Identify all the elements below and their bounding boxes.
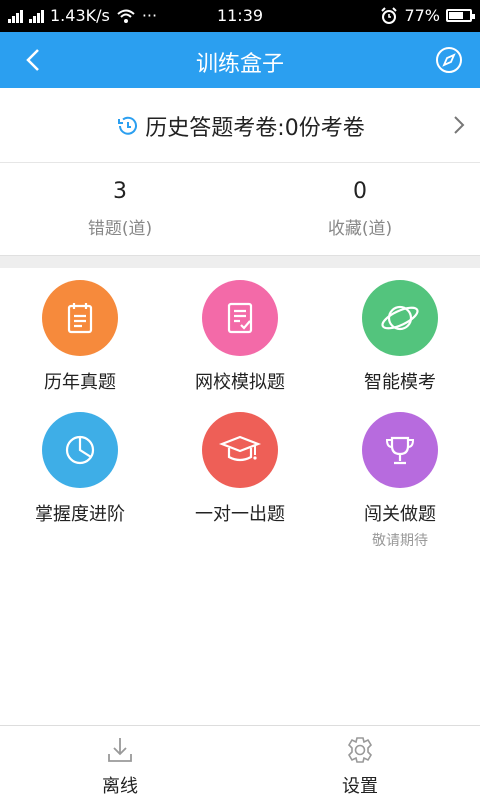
battery-percent: 77%: [404, 6, 440, 25]
item-circle: [362, 280, 438, 356]
grid-item-mastery[interactable]: 掌握度进阶: [0, 412, 160, 526]
calendar-icon: [67, 303, 93, 334]
item-circle: [362, 412, 438, 488]
item-label: 网校模拟题: [195, 372, 285, 393]
alarm-icon: [381, 6, 398, 24]
history-text: 历史答题考卷:0份考卷: [145, 116, 365, 141]
item-label: 智能模考: [364, 372, 436, 393]
tab-label: 设置: [342, 776, 378, 797]
stat-favorites[interactable]: 0 收藏(道): [240, 163, 480, 255]
section-divider: [0, 255, 480, 268]
history-clock-icon: [118, 116, 138, 135]
stat-value: 3: [113, 179, 127, 204]
tab-offline[interactable]: 离线: [0, 726, 240, 801]
item-label: 掌握度进阶: [35, 504, 125, 525]
tab-settings[interactable]: 设置: [240, 726, 480, 801]
item-circle: [42, 280, 118, 356]
grid-item-smart-exam[interactable]: 智能模考: [320, 280, 480, 394]
grid-item-one-on-one[interactable]: 一对一出题: [160, 412, 320, 526]
page-title: 训练盒子: [195, 52, 284, 77]
tab-label: 离线: [102, 776, 138, 797]
pie-chart-icon: [65, 435, 95, 465]
history-row[interactable]: 历史答题考卷:0份考卷: [0, 88, 480, 163]
status-right: 77%: [380, 6, 475, 25]
item-circle: [202, 412, 278, 488]
item-label: 一对一出题: [195, 504, 285, 525]
bottom-nav: 离线 设置: [0, 725, 480, 801]
trophy-icon: [385, 436, 415, 465]
grid-item-past-exams[interactable]: 历年真题: [0, 280, 160, 394]
status-bar: 1.43K/s ··· 11:39 77%: [0, 0, 480, 32]
stats-row: 3 错题(道) 0 收藏(道): [0, 163, 480, 255]
stat-label: 错题(道): [87, 219, 153, 239]
grid-item-mock-exams[interactable]: 网校模拟题: [160, 280, 320, 394]
battery-icon: [446, 9, 475, 22]
stat-value: 0: [353, 179, 367, 204]
chevron-right-icon: [454, 116, 465, 134]
stat-wrong-questions[interactable]: 3 错题(道): [0, 163, 240, 255]
grid-item-challenge[interactable]: 闯关做题 敬请期待: [320, 412, 480, 550]
graduation-cap-icon: [218, 435, 262, 462]
exam-paper-icon: [227, 302, 253, 334]
item-circle: [202, 280, 278, 356]
stat-label: 收藏(道): [327, 219, 393, 239]
title-bar: 训练盒子: [0, 32, 480, 88]
compass-icon[interactable]: [434, 45, 464, 75]
history-content: 历史答题考卷:0份考卷: [0, 110, 480, 142]
download-icon: [108, 738, 132, 762]
item-label: 历年真题: [44, 372, 116, 393]
item-circle: [42, 412, 118, 488]
gear-icon: [347, 737, 373, 763]
item-label: 闯关做题: [364, 504, 436, 525]
item-sublabel: 敬请期待: [372, 533, 428, 549]
planet-icon: [381, 305, 419, 331]
